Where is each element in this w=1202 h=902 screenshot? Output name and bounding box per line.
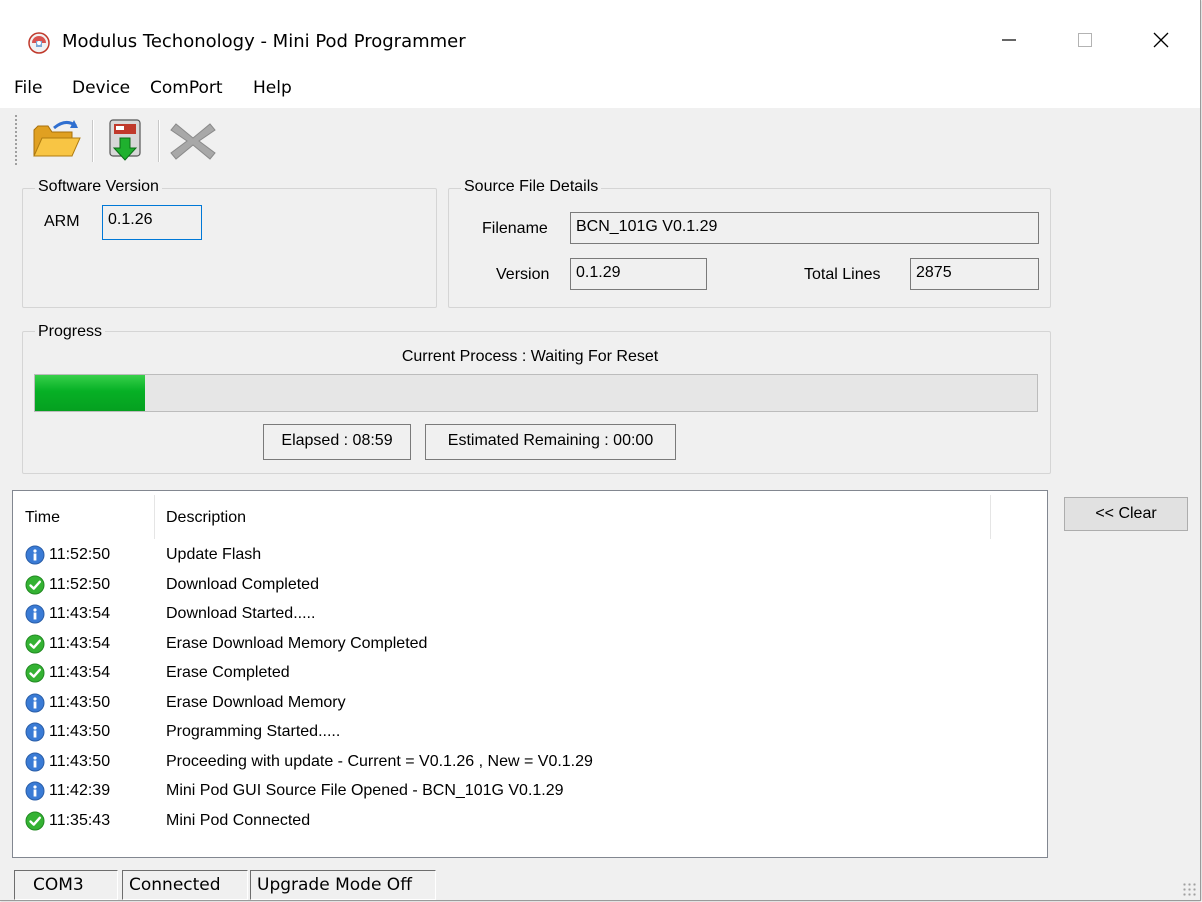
log-row-time: 11:43:54 bbox=[49, 664, 111, 681]
log-row-time: 11:52:50 bbox=[49, 546, 111, 563]
log-row-time: 11:42:39 bbox=[49, 782, 111, 799]
progress-legend: Progress bbox=[35, 323, 106, 341]
menu-device[interactable]: Device bbox=[72, 78, 130, 98]
log-header: Time Description bbox=[13, 491, 1047, 543]
check-icon bbox=[25, 663, 45, 683]
toolbar-separator bbox=[158, 120, 160, 162]
log-row[interactable]: 11:43:50 Erase Download Memory bbox=[13, 689, 1047, 718]
toolbar bbox=[0, 108, 1200, 170]
column-divider[interactable] bbox=[990, 495, 991, 539]
progress-bar bbox=[34, 374, 1038, 412]
resize-grip[interactable] bbox=[1182, 882, 1196, 896]
log-row[interactable]: 11:35:43 Mini Pod Connected bbox=[13, 807, 1047, 836]
menu-comport[interactable]: ComPort bbox=[150, 78, 223, 98]
app-window: Modulus Techonology - Mini Pod Programme… bbox=[0, 0, 1201, 901]
log-row-description: Erase Completed bbox=[166, 664, 290, 681]
cancel-x-icon[interactable] bbox=[168, 120, 218, 162]
status-connection: Connected bbox=[122, 870, 248, 900]
total-lines-label: Total Lines bbox=[804, 266, 881, 283]
toolbar-separator bbox=[92, 120, 94, 162]
info-icon bbox=[25, 693, 45, 713]
log-row-description: Erase Download Memory bbox=[166, 693, 346, 711]
info-icon bbox=[25, 722, 45, 742]
maximize-icon bbox=[1078, 33, 1092, 47]
status-bar: COM3 Connected Upgrade Mode Off bbox=[0, 862, 1200, 900]
info-icon bbox=[25, 781, 45, 801]
maximize-button[interactable] bbox=[1060, 22, 1110, 58]
log-row-time: 11:43:50 bbox=[49, 693, 111, 711]
log-row[interactable]: 11:52:50 Update Flash bbox=[13, 541, 1047, 570]
log-row-description: Download Completed bbox=[166, 575, 319, 593]
status-com-port: COM3 bbox=[14, 870, 118, 900]
arm-label: ARM bbox=[44, 213, 80, 230]
column-header-time[interactable]: Time bbox=[25, 509, 60, 527]
log-row[interactable]: 11:43:50 Proceeding with update - Current… bbox=[13, 748, 1047, 777]
minimize-button[interactable] bbox=[984, 22, 1034, 58]
elapsed-time: Elapsed : 08:59 bbox=[263, 424, 411, 460]
log-row-time: 11:43:50 bbox=[49, 752, 111, 770]
log-row-description: Download Started..... bbox=[166, 605, 316, 622]
clear-button[interactable]: << Clear bbox=[1064, 497, 1188, 531]
info-icon bbox=[25, 752, 45, 772]
log-row[interactable]: 11:43:54 Erase Completed bbox=[13, 659, 1047, 688]
source-file-group: Source File Details bbox=[448, 178, 1051, 308]
download-to-device-icon[interactable] bbox=[104, 118, 148, 164]
version-label: Version bbox=[496, 266, 550, 283]
info-icon bbox=[25, 604, 45, 624]
log-row-time: 11:52:50 bbox=[49, 575, 111, 593]
log-row-description: Erase Download Memory Completed bbox=[166, 634, 428, 652]
estimated-remaining-time: Estimated Remaining : 00:00 bbox=[425, 424, 676, 460]
event-log-list[interactable]: Time Description 11:52:50 Update Flash 11:… bbox=[12, 490, 1048, 858]
column-divider[interactable] bbox=[154, 495, 155, 539]
close-icon bbox=[1153, 32, 1169, 48]
log-row[interactable]: 11:43:50 Programming Started..... bbox=[13, 718, 1047, 747]
arm-version-field[interactable]: 0.1.26 bbox=[102, 205, 202, 240]
minimize-icon bbox=[1002, 39, 1016, 41]
log-row-description: Programming Started..... bbox=[166, 723, 341, 740]
title-bar: Modulus Techonology - Mini Pod Programme… bbox=[0, 0, 1200, 64]
info-icon bbox=[25, 545, 45, 565]
log-row-description: Mini Pod Connected bbox=[166, 811, 311, 829]
filename-field[interactable]: BCN_101G V0.1.29 bbox=[570, 212, 1039, 244]
progress-bar-fill bbox=[35, 375, 146, 411]
check-icon bbox=[25, 575, 45, 595]
menu-file[interactable]: File bbox=[14, 78, 42, 98]
column-header-description[interactable]: Description bbox=[166, 509, 246, 527]
menu-bar: File Device ComPort Help bbox=[0, 64, 1200, 108]
source-file-legend: Source File Details bbox=[461, 178, 602, 196]
software-version-legend: Software Version bbox=[35, 178, 162, 196]
check-icon bbox=[25, 811, 45, 831]
current-process-label: Current Process : Waiting For Reset bbox=[401, 348, 659, 365]
log-row-description: Update Flash bbox=[166, 546, 262, 563]
total-lines-field[interactable]: 2875 bbox=[910, 258, 1039, 290]
app-logo-icon bbox=[28, 32, 50, 54]
window-title: Modulus Techonology - Mini Pod Programme… bbox=[62, 31, 466, 52]
open-folder-icon[interactable] bbox=[30, 116, 82, 164]
menu-help[interactable]: Help bbox=[253, 78, 292, 98]
close-button[interactable] bbox=[1136, 22, 1186, 58]
log-row[interactable]: 11:43:54 Erase Download Memory Completed bbox=[13, 630, 1047, 659]
log-row-time: 11:35:43 bbox=[49, 811, 111, 829]
log-row[interactable]: 11:52:50 Download Completed bbox=[13, 571, 1047, 600]
status-upgrade-mode: Upgrade Mode Off bbox=[250, 870, 436, 900]
log-row[interactable]: 11:43:54 Download Started..... bbox=[13, 600, 1047, 629]
software-version-group: Software Version bbox=[22, 178, 437, 308]
log-row[interactable]: 11:42:39 Mini Pod GUI Source File Opened … bbox=[13, 777, 1047, 806]
log-row-time: 11:43:54 bbox=[49, 634, 111, 652]
log-row-time: 11:43:50 bbox=[49, 723, 111, 740]
log-row-time: 11:43:54 bbox=[49, 605, 111, 622]
source-version-field[interactable]: 0.1.29 bbox=[570, 258, 707, 290]
toolbar-grip[interactable] bbox=[14, 114, 18, 166]
log-row-description: Proceeding with update - Current = V0.1.… bbox=[166, 752, 593, 770]
log-row-description: Mini Pod GUI Source File Opened - BCN_10… bbox=[166, 782, 564, 799]
filename-label: Filename bbox=[482, 220, 548, 237]
check-icon bbox=[25, 634, 45, 654]
